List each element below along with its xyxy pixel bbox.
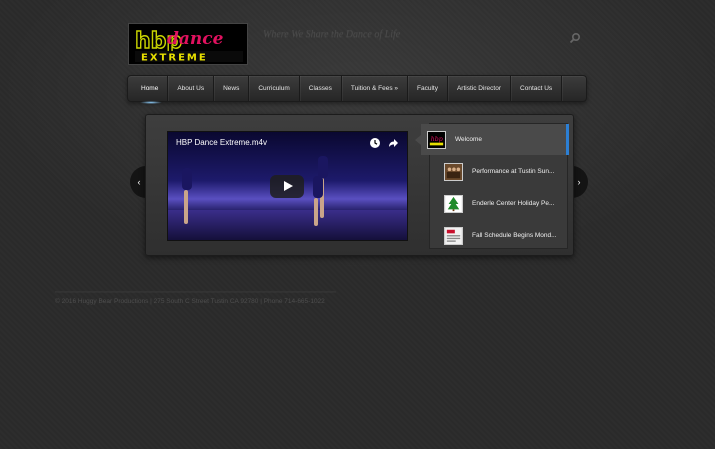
video-player[interactable]: HBP Dance Extreme.m4v (167, 131, 408, 241)
logo-graphic: hbp dance EXTREME (129, 24, 247, 64)
nav-item-home[interactable]: Home (132, 76, 169, 104)
playlist-item-label: Performance at Tustin Sun... (472, 168, 555, 175)
dancer-figure (318, 156, 328, 178)
playlist-item-fall-schedule[interactable]: Fall Schedule Begins Mond... (430, 220, 569, 251)
site-tagline: Where We Share the Dance of Life (263, 29, 401, 40)
playlist-item-performance[interactable]: Performance at Tustin Sun... (430, 156, 569, 187)
nav-item-classes[interactable]: Classes (300, 76, 342, 101)
nav-item-tuition-fees[interactable]: Tuition & Fees » (342, 76, 408, 101)
nav-item-curriculum[interactable]: Curriculum (249, 76, 300, 101)
nav-item-faculty[interactable]: Faculty (408, 76, 448, 101)
footer-copyright: © 2016 Huggy Bear Productions | 275 Sout… (55, 298, 325, 305)
dancer-figure (313, 176, 323, 198)
featured-slider: HBP Dance Extreme.m4v hbp Welcome Perfor… (145, 114, 574, 256)
nav-item-artistic-director[interactable]: Artistic Director (448, 76, 512, 101)
performance-thumb-icon (444, 162, 463, 181)
play-button[interactable] (270, 175, 304, 198)
main-nav: Home About Us News Curriculum Classes Tu… (127, 75, 587, 104)
playlist-item-holiday[interactable]: Enderle Center Holiday Pe... (430, 188, 569, 219)
playlist-item-welcome[interactable]: hbp Welcome (415, 124, 569, 155)
watch-later-icon[interactable] (369, 137, 381, 149)
nav-item-contact-us[interactable]: Contact Us (511, 76, 563, 101)
svg-text:EXTREME: EXTREME (141, 53, 208, 64)
site-logo[interactable]: hbp dance EXTREME (128, 23, 248, 65)
playlist-item-label: Welcome (455, 136, 482, 143)
nav-item-news[interactable]: News (214, 76, 250, 101)
search-icon[interactable] (569, 32, 581, 44)
schedule-thumb-icon (444, 226, 463, 245)
dancer-legs (184, 190, 188, 224)
nav-item-about-us[interactable]: About Us (168, 76, 215, 101)
dancer-legs (314, 198, 318, 226)
share-icon[interactable] (387, 137, 399, 149)
video-playlist: hbp Welcome Performance at Tustin Sun...… (415, 123, 569, 251)
video-title[interactable]: HBP Dance Extreme.m4v (176, 138, 267, 147)
playlist-item-label: Enderle Center Holiday Pe... (472, 200, 555, 207)
playlist-item-label: Fall Schedule Begins Mond... (472, 232, 557, 239)
logo-thumb-icon: hbp (427, 130, 446, 149)
tree-thumb-icon (444, 194, 463, 213)
footer-divider (55, 291, 336, 292)
svg-text:hbp: hbp (431, 135, 443, 142)
dancer-figure (182, 168, 192, 190)
video-stage (168, 210, 407, 240)
svg-text:dance: dance (167, 29, 224, 49)
